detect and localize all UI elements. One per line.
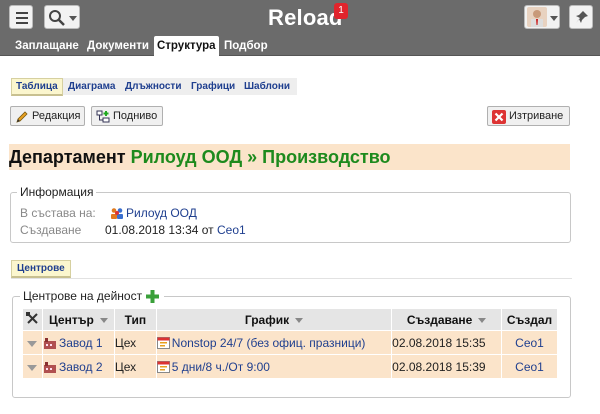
nav-item-documents[interactable]: Документи (87, 36, 149, 56)
delete-button[interactable]: Изтриване (487, 106, 570, 126)
cell-type: Цех (113, 330, 157, 355)
divider (11, 278, 572, 279)
top-header: Reload 1 (0, 0, 600, 36)
schedule-link[interactable]: 5 дни/8 ч./От 9:00 (172, 360, 270, 374)
chevron-down-icon (550, 16, 558, 21)
info-legend: Информация (17, 185, 97, 199)
cell-centre[interactable]: Завод 2 (41, 354, 115, 379)
chevron-down-icon[interactable] (27, 340, 38, 347)
pencil-icon (16, 111, 28, 123)
sort-icon (478, 317, 487, 323)
column-header-created-label: Създаване (406, 312, 473, 327)
member-of-label: В състава на: (20, 206, 96, 220)
column-header-centre[interactable]: Център (41, 308, 115, 331)
member-of-link[interactable]: Рилоуд ООД (126, 206, 197, 220)
member-of-value[interactable]: Рилоуд ООД (110, 206, 197, 220)
tools-column-header[interactable] (22, 308, 43, 331)
schedule-link[interactable]: Nonstop 24/7 (без офиц. празници) (172, 336, 366, 350)
tab-templates[interactable]: Шаблони (244, 78, 290, 95)
menu-icon (16, 12, 28, 14)
centres-table: Център Тип График Създаване Създал Завод… (22, 308, 558, 379)
tab-schedules[interactable]: Графици (191, 78, 235, 95)
nav-item-structure[interactable]: Структура (154, 36, 219, 57)
page-title-prefix: Департамент (9, 147, 126, 167)
delete-button-label: Изтриване (509, 110, 564, 122)
edit-button-label: Редакция (32, 110, 81, 122)
column-header-centre-label: Център (49, 312, 94, 327)
avatar (527, 7, 547, 27)
menu-icon-line (16, 17, 28, 19)
column-header-type-label: Тип (124, 312, 147, 327)
centres-legend: Центрове на дейност (20, 289, 165, 304)
page-title-link[interactable]: Рилоуд ООД » Производство (131, 147, 391, 167)
created-by-separator: от (201, 223, 214, 237)
table-header-row: Център Тип График Създаване Създал (22, 308, 558, 331)
row-actions[interactable] (22, 354, 43, 379)
column-header-schedule[interactable]: График (155, 308, 393, 331)
pin-button[interactable] (569, 5, 593, 29)
created-by-link[interactable]: Ceo1 (515, 360, 544, 374)
nav-item-recruitment[interactable]: Подбор (224, 36, 268, 56)
tools-icon (25, 311, 38, 324)
add-icon[interactable] (146, 290, 160, 304)
nav-item-payments[interactable]: Заплащане (15, 36, 79, 56)
table-row: Завод 2 Цех 5 дни/8 ч./От 9:00 02.08.201… (22, 354, 558, 379)
hierarchy-icon (96, 110, 110, 123)
factory-icon (43, 338, 56, 350)
sort-icon (295, 317, 304, 323)
page-title: Департамент Рилоуд ООД » Производство (9, 144, 570, 170)
centre-link[interactable]: Завод 2 (59, 360, 103, 374)
cell-type: Цех (113, 354, 157, 379)
created-by-link[interactable]: Ceo1 (515, 336, 544, 350)
factory-icon (43, 362, 56, 374)
created-label: Създаване (20, 223, 82, 237)
sublevel-button-label: Подниво (113, 110, 158, 122)
cell-schedule[interactable]: 5 дни/8 ч./От 9:00 (155, 354, 393, 379)
cell-created: 02.08.2018 15:39 (391, 354, 502, 379)
edit-button[interactable]: Редакция (10, 106, 85, 126)
sort-icon (99, 317, 108, 323)
column-header-created-by[interactable]: Създал (501, 308, 558, 331)
pin-icon (576, 11, 588, 23)
column-header-type[interactable]: Тип (113, 308, 157, 331)
search-icon (49, 10, 65, 26)
main-nav: Заплащане Документи Структура Подбор (0, 36, 600, 57)
menu-button[interactable] (9, 5, 33, 29)
column-header-schedule-label: График (244, 312, 290, 327)
menu-icon-line (16, 22, 28, 24)
user-menu-button[interactable] (524, 5, 560, 29)
cell-created: 02.08.2018 15:35 (391, 330, 502, 355)
centre-link[interactable]: Завод 1 (59, 336, 103, 350)
tab-positions[interactable]: Длъжности (125, 78, 181, 95)
chevron-down-icon[interactable] (27, 364, 38, 371)
table-row: Завод 1 Цех Nonstop 24/7 (без офиц. праз… (22, 330, 558, 355)
sub-tabs: Таблица Диаграма Длъжности Графици Шабло… (11, 78, 297, 96)
calendar-icon (156, 361, 170, 374)
notification-badge[interactable]: 1 (334, 3, 348, 19)
sublevel-button[interactable]: Подниво (91, 106, 163, 126)
group-icon (111, 208, 123, 220)
cell-schedule[interactable]: Nonstop 24/7 (без офиц. празници) (155, 330, 393, 355)
created-timestamp: 01.08.2018 13:34 (105, 223, 199, 237)
tab-centres[interactable]: Центрове (11, 260, 71, 278)
chevron-down-icon (69, 16, 77, 21)
cell-centre[interactable]: Завод 1 (41, 330, 115, 355)
column-header-created-by-label: Създал (506, 312, 553, 327)
search-button[interactable] (44, 5, 80, 29)
created-by-link[interactable]: Ceo1 (217, 223, 246, 237)
row-actions[interactable] (22, 330, 43, 355)
created-value: 01.08.2018 13:34 от Ceo1 (105, 223, 246, 237)
tab-diagram[interactable]: Диаграма (68, 78, 116, 95)
tab-table[interactable]: Таблица (11, 78, 63, 96)
cell-created-by[interactable]: Ceo1 (501, 330, 558, 355)
app-title[interactable]: Reload (268, 5, 343, 31)
centres-legend-label: Центрове на дейност (23, 289, 143, 303)
calendar-icon (156, 337, 170, 350)
delete-icon (492, 110, 506, 124)
column-header-created[interactable]: Създаване (391, 308, 502, 331)
cell-created-by[interactable]: Ceo1 (501, 354, 558, 379)
